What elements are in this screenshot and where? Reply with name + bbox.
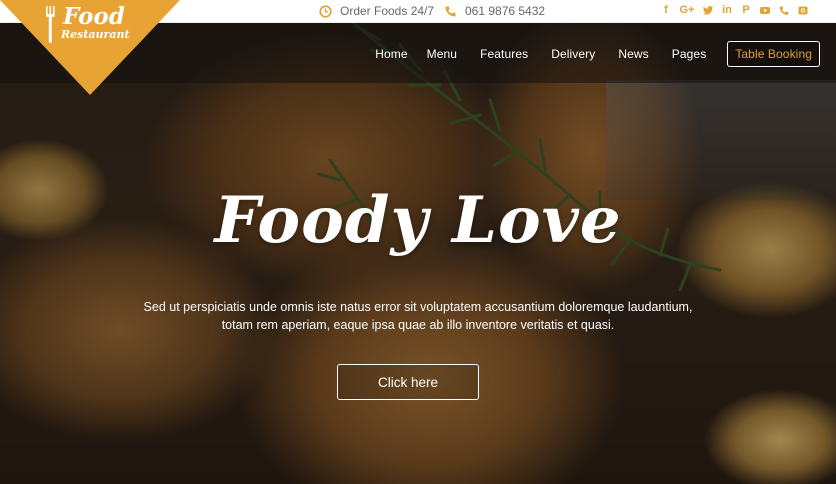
order-hours-text: Order Foods 24/7	[340, 4, 435, 18]
nav-pages[interactable]: Pages	[672, 47, 707, 61]
pinterest-icon[interactable]: P	[740, 3, 752, 18]
brand-logo[interactable]: Food Restaurant	[0, 0, 180, 95]
main-nav: Home Menu Features Delivery News Pages T…	[375, 41, 820, 67]
nav-features[interactable]: Features	[480, 47, 528, 61]
phone-number: 061 9876 5432	[465, 4, 546, 18]
youtube-icon[interactable]	[759, 3, 771, 18]
twitter-icon[interactable]	[702, 3, 714, 18]
logo-line2: Restaurant	[61, 28, 130, 41]
facebook-icon[interactable]: f	[660, 3, 672, 18]
table-booking-button[interactable]: Table Booking	[727, 41, 820, 67]
order-hours: Order Foods 24/7	[319, 4, 434, 18]
clock-icon	[319, 4, 332, 18]
logo-line1: Food	[63, 3, 125, 30]
nav-home[interactable]: Home	[375, 47, 407, 61]
phone-icon	[445, 6, 456, 17]
phone-small-icon[interactable]	[778, 3, 790, 18]
nav-news[interactable]: News	[618, 47, 648, 61]
social-links: f G+ in P	[660, 3, 809, 18]
linkedin-icon[interactable]: in	[721, 3, 733, 18]
click-here-button[interactable]: Click here	[337, 364, 479, 400]
nav-menu[interactable]: Menu	[427, 47, 457, 61]
hero-headline: Foody Love	[214, 183, 622, 258]
hero-description: Sed ut perspiciatis unde omnis iste natu…	[143, 300, 693, 332]
nav-delivery[interactable]: Delivery	[551, 47, 595, 61]
google-plus-icon[interactable]: G+	[679, 3, 695, 18]
instagram-icon[interactable]	[797, 3, 809, 18]
logo-text: Food Restaurant	[61, 3, 130, 41]
phone-contact: 061 9876 5432	[444, 4, 545, 18]
